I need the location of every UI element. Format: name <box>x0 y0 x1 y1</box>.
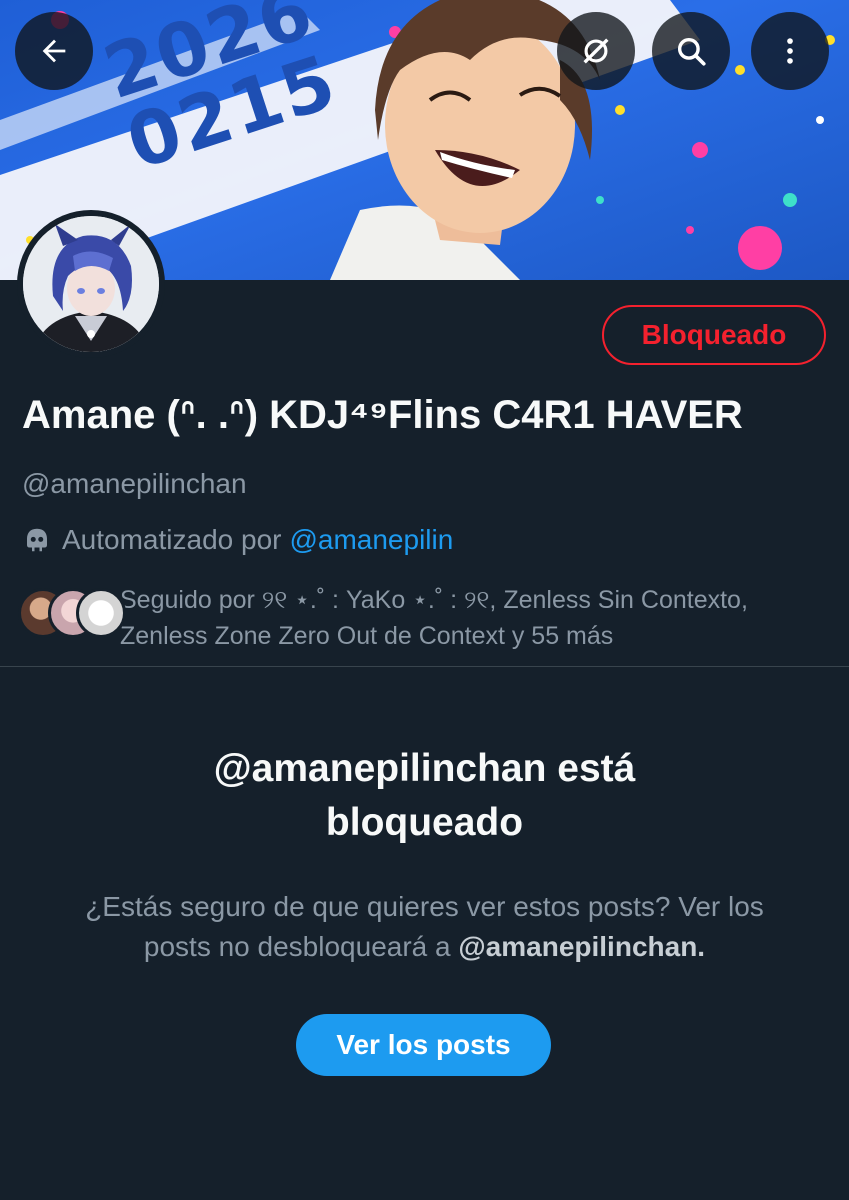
search-icon <box>677 37 706 66</box>
follower-avatar <box>76 588 126 638</box>
blocked-notice-handle: @amanepilinchan. <box>458 931 706 962</box>
followed-by-row[interactable]: Seguido por ୨୧ ⋆.˚ : YaKo ⋆.˚ : ୨୧, Zenl… <box>18 582 838 654</box>
more-vertical-icon <box>787 38 793 64</box>
search-button[interactable] <box>652 12 730 90</box>
automated-by-label: Automatizado por <box>62 524 282 555</box>
blocked-button[interactable]: Bloqueado <box>602 305 826 365</box>
back-button[interactable] <box>15 12 93 90</box>
display-name: Amane (ᐢ. .ᐢ) KDJ⁴⁹Flins C4R1 HAVER <box>22 393 743 437</box>
view-posts-label: Ver los posts <box>336 1029 511 1060</box>
more-options-button[interactable] <box>751 12 829 90</box>
automated-by-row: Automatizado por @amanepilin <box>22 524 453 556</box>
blocked-notice-text: ¿Estás seguro de que quieres ver estos p… <box>60 887 789 967</box>
profile-avatar[interactable] <box>17 210 165 358</box>
bot-icon <box>27 528 47 552</box>
automated-by-link[interactable]: @amanepilin <box>289 524 453 556</box>
blocked-button-label: Bloqueado <box>641 319 787 350</box>
view-posts-button[interactable]: Ver los posts <box>296 1014 551 1076</box>
profile-handle: @amanepilinchan <box>22 468 247 499</box>
grok-icon <box>583 38 609 64</box>
avatar-image <box>23 216 159 352</box>
grok-button[interactable] <box>557 12 635 90</box>
followed-by-text: Seguido por ୨୧ ⋆.˚ : YaKo ⋆.˚ : ୨୧, Zenl… <box>120 586 748 650</box>
follower-avatars <box>18 588 126 640</box>
blocked-notice-title: @amanepilinchan está bloqueado <box>213 747 636 844</box>
back-arrow-icon <box>42 39 66 63</box>
section-divider <box>0 666 849 667</box>
